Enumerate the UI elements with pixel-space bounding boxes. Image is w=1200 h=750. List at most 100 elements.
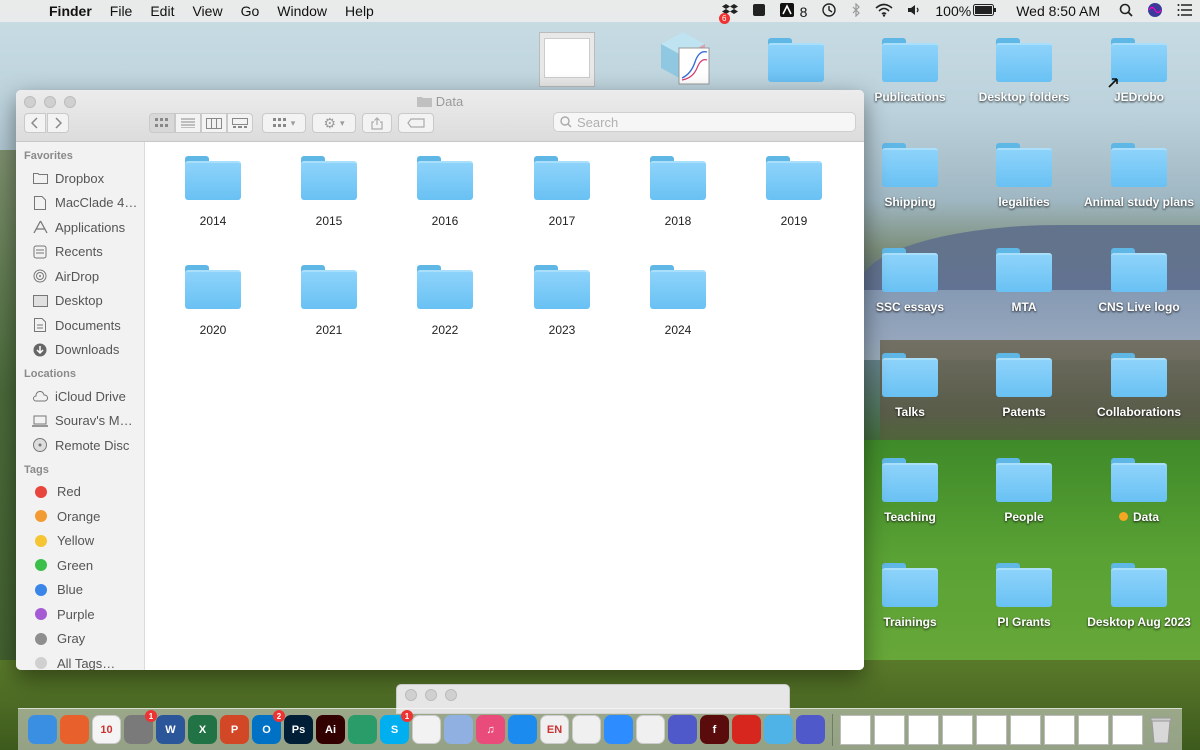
desktop-folder[interactable]: Talks <box>850 353 970 419</box>
word-icon[interactable]: W <box>156 715 185 744</box>
acrobat-reader-icon[interactable] <box>732 715 761 744</box>
dock-document-thumbnail[interactable] <box>1044 714 1075 745</box>
sidebar-item-tag[interactable]: Purple <box>16 602 144 627</box>
sidebar-item-tag[interactable]: Red <box>16 480 144 505</box>
sidebar-item-favorite[interactable]: MacClade 4… <box>16 191 144 216</box>
sidebar-item-tag[interactable]: All Tags… <box>16 651 144 670</box>
folder-item[interactable]: 2020 <box>163 265 263 337</box>
chrome-icon[interactable] <box>636 715 665 744</box>
firefox-icon[interactable] <box>60 715 89 744</box>
pen-app-icon[interactable] <box>764 715 793 744</box>
zoom-icon[interactable] <box>604 715 633 744</box>
finder-icon[interactable] <box>28 715 57 744</box>
desktop-folder[interactable]: Data <box>1079 458 1199 524</box>
endnote-icon[interactable]: EN <box>540 715 569 744</box>
search-field[interactable]: Search <box>553 112 856 132</box>
list-view-button[interactable] <box>175 113 201 133</box>
desktop-folder[interactable]: Patents <box>964 353 1084 419</box>
dock-document-thumbnail[interactable] <box>976 714 1007 745</box>
folder-content-area[interactable]: 2014 2015 2016 2017 2018 2019 2020 2021 2022 2023… <box>145 142 864 670</box>
desktop-folder[interactable]: legalities <box>964 143 1084 209</box>
group-by-button[interactable]: ▾ <box>262 113 306 133</box>
icon-view-button[interactable] <box>149 113 175 133</box>
forward-button[interactable] <box>47 113 69 133</box>
sidebar-item-tag[interactable]: Orange <box>16 504 144 529</box>
desktop-folder[interactable]: SSC essays <box>850 248 970 314</box>
desktop-folder[interactable]: Desktop Aug 2023 <box>1079 563 1199 629</box>
sidebar-item-tag[interactable]: Yellow <box>16 529 144 554</box>
minimize-button[interactable] <box>425 689 437 701</box>
desktop-folder[interactable]: PI Grants <box>964 563 1084 629</box>
dock-document-thumbnail[interactable] <box>1078 714 1109 745</box>
desktop-folder[interactable]: Desktop folders <box>964 38 1084 104</box>
dock-document-thumbnail[interactable] <box>1112 714 1143 745</box>
folder-item[interactable]: 2021 <box>279 265 379 337</box>
folder-item[interactable]: 2017 <box>512 156 612 228</box>
spotlight-icon[interactable] <box>1112 3 1140 20</box>
skype-icon[interactable]: S1 <box>380 710 413 744</box>
sidebar-item-favorite[interactable]: Downloads <box>16 338 144 363</box>
desktop-folder[interactable]: Publications <box>850 38 970 104</box>
desktop-folder[interactable]: Animal study plans <box>1079 143 1199 209</box>
sidebar-item-location[interactable]: iCloud Drive <box>16 384 144 409</box>
folder-item[interactable]: 2015 <box>279 156 379 228</box>
desktop-folder[interactable]: MTA <box>964 248 1084 314</box>
acrobat-icon[interactable] <box>412 715 441 744</box>
menu-file[interactable]: File <box>101 3 142 19</box>
menu-window[interactable]: Window <box>268 3 336 19</box>
sidebar-item-favorite[interactable]: Documents <box>16 313 144 338</box>
folder-item[interactable]: 2022 <box>395 265 495 337</box>
dock-document-thumbnail[interactable] <box>840 714 871 745</box>
time-machine-icon[interactable] <box>814 2 844 21</box>
window-titlebar[interactable]: Data ▾ ⚙ ▾ Search <box>16 90 864 142</box>
desktop-folder[interactable]: Trainings <box>850 563 970 629</box>
network-app-icon[interactable] <box>348 715 377 744</box>
sidebar-item-location[interactable]: Remote Disc <box>16 433 144 458</box>
folder-item[interactable]: 2019 <box>744 156 844 228</box>
zoom-button[interactable] <box>445 689 457 701</box>
desktop-folder-unlabeled[interactable] <box>736 38 856 82</box>
teams-alt-icon[interactable] <box>796 715 825 744</box>
sidebar-item-favorite[interactable]: Desktop <box>16 289 144 314</box>
desktop-folder[interactable]: Teaching <box>850 458 970 524</box>
back-button[interactable] <box>24 113 46 133</box>
sidebar-item-tag[interactable]: Blue <box>16 578 144 603</box>
folder-item[interactable]: 2016 <box>395 156 495 228</box>
sidebar-item-favorite[interactable]: Dropbox <box>16 166 144 191</box>
clock[interactable]: Wed 8:50 AM <box>1004 3 1112 19</box>
menu-edit[interactable]: Edit <box>141 3 183 19</box>
dock-document-thumbnail[interactable] <box>942 714 973 745</box>
menu-app-name[interactable]: Finder <box>40 3 101 19</box>
desktop-folder[interactable]: Collaborations <box>1079 353 1199 419</box>
menu-go[interactable]: Go <box>232 3 269 19</box>
folder-item[interactable]: 2014 <box>163 156 263 228</box>
desktop-document-thumbnail[interactable] <box>539 32 595 87</box>
column-view-button[interactable] <box>201 113 227 133</box>
folder-item[interactable]: 2024 <box>628 265 728 337</box>
safari-icon[interactable] <box>508 715 537 744</box>
adobe-status-icon[interactable]: 8 <box>773 2 815 20</box>
desktop-folder[interactable]: CNS Live logo <box>1079 248 1199 314</box>
itunes-icon[interactable]: ♫ <box>476 715 505 744</box>
menu-help[interactable]: Help <box>336 3 383 19</box>
battery-icon[interactable] <box>973 3 1004 19</box>
notification-center-icon[interactable] <box>1170 3 1200 19</box>
powerpoint-icon[interactable]: P <box>220 715 249 744</box>
outlook-icon[interactable]: O2 <box>252 710 285 744</box>
photoshop-icon[interactable]: Ps <box>284 715 313 744</box>
close-button[interactable] <box>405 689 417 701</box>
desktop-folder[interactable]: Shipping <box>850 143 970 209</box>
battery-percent[interactable]: 100% <box>928 3 973 19</box>
share-button[interactable] <box>362 113 392 133</box>
action-menu-button[interactable]: ⚙ ▾ <box>312 113 356 133</box>
teams-icon[interactable] <box>668 715 697 744</box>
sidebar-item-location[interactable]: Sourav's M… <box>16 409 144 434</box>
cube-app-icon[interactable] <box>444 715 473 744</box>
trash-icon[interactable] <box>1146 715 1175 744</box>
sidebar-item-favorite[interactable]: Recents <box>16 240 144 265</box>
calendar-icon[interactable]: 10 <box>92 715 121 744</box>
sidebar-item-favorite[interactable]: Applications <box>16 215 144 240</box>
edit-tags-button[interactable] <box>398 113 434 133</box>
bluetooth-icon[interactable] <box>844 2 868 20</box>
sidebar-item-favorite[interactable]: AirDrop <box>16 264 144 289</box>
